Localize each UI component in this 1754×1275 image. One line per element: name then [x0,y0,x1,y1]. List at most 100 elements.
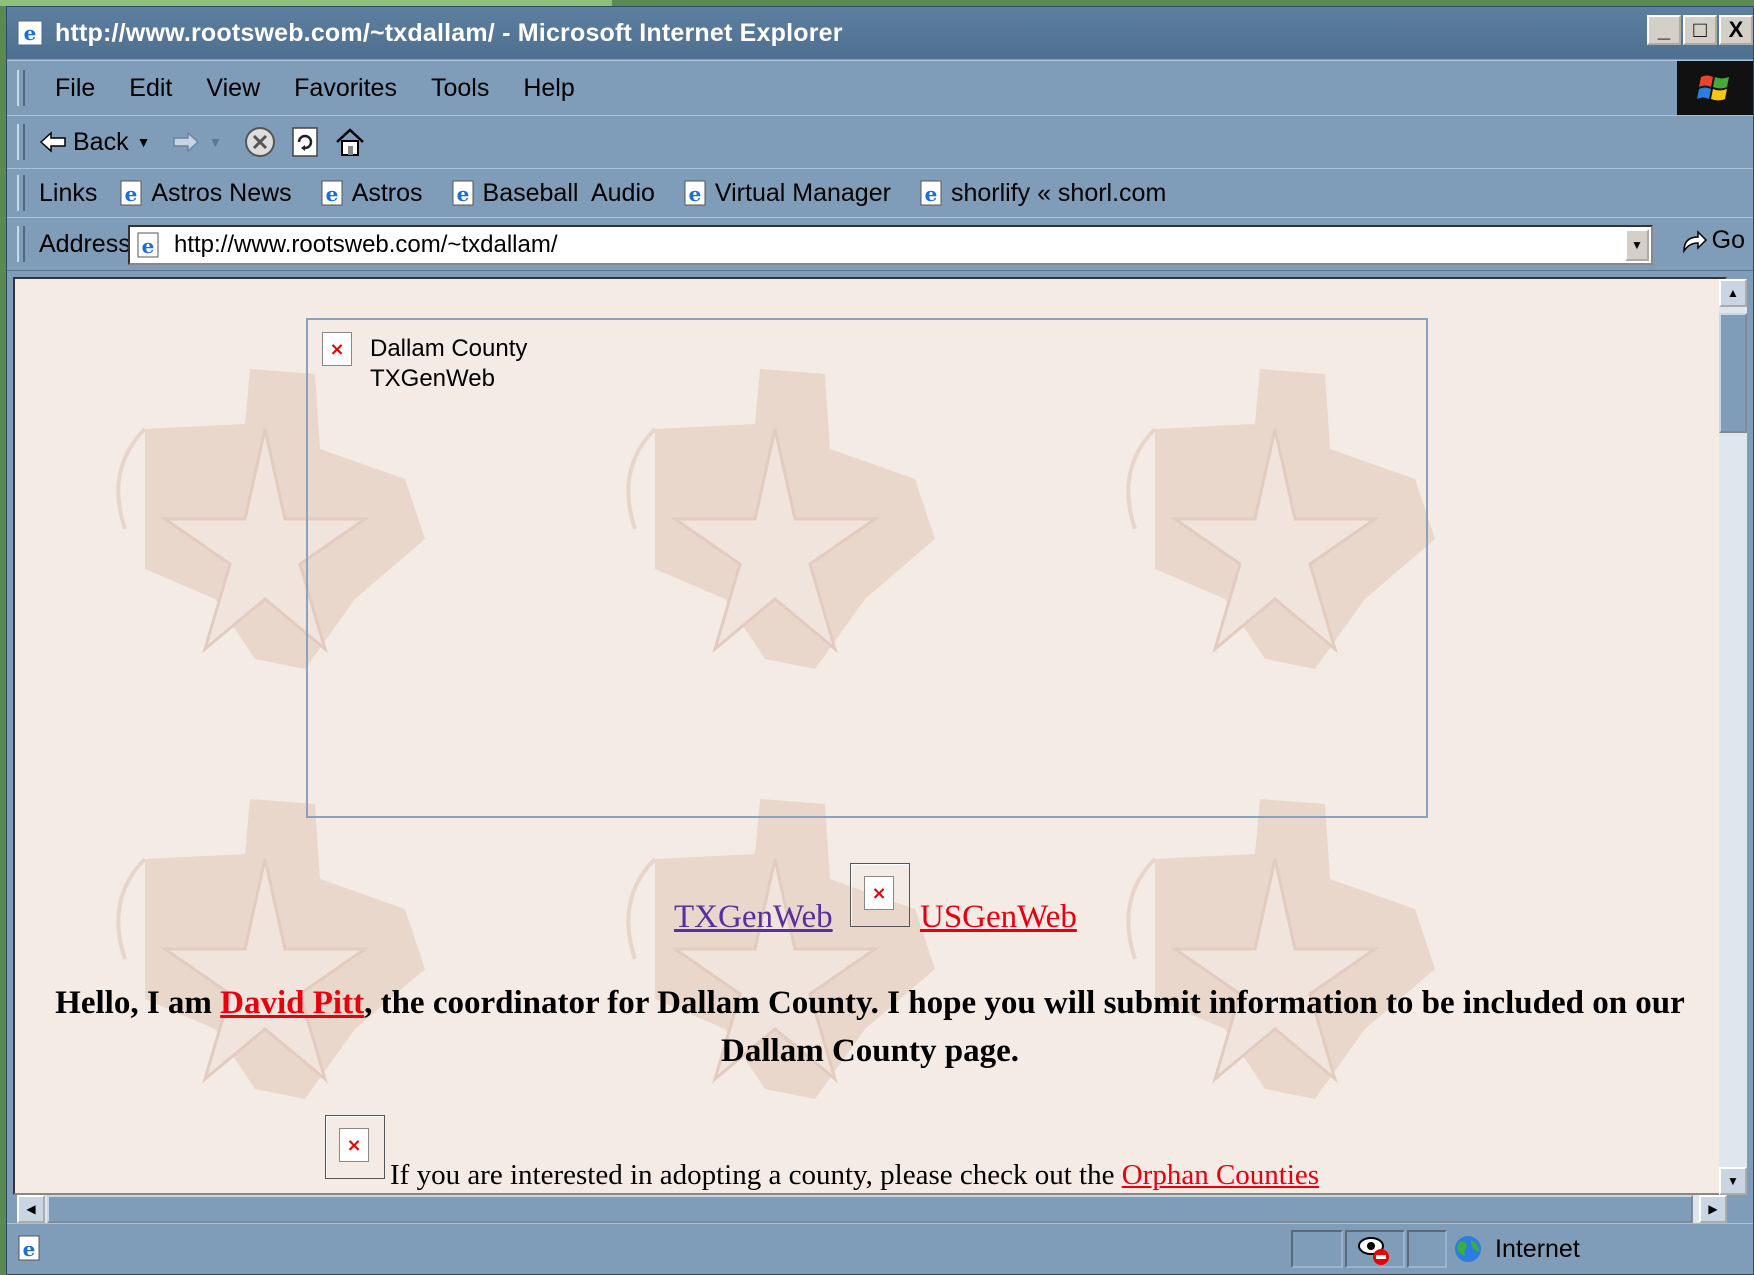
link-astros-news[interactable]: e Astros News [117,178,292,208]
link-virtual-manager[interactable]: e Virtual Manager [681,179,891,208]
txgenweb-link[interactable]: TXGenWeb [674,899,833,936]
maximize-button[interactable]: □ [1683,15,1717,45]
horizontal-scroll-thumb[interactable] [47,1195,1693,1223]
stop-button[interactable] [244,126,276,158]
toolbar-grip[interactable] [17,175,25,211]
menu-view[interactable]: View [206,74,260,103]
orphan-counties-text: If you are interested in adopting a coun… [390,1159,1319,1192]
scroll-left-icon[interactable]: ◀ [17,1195,45,1223]
ie-page-icon: e [452,180,474,206]
banner-image: × Dallam County TXGenWeb [306,318,1428,818]
broken-image-icon: × [864,876,894,910]
svg-text:e: e [325,182,338,206]
toolbar-grip[interactable] [17,70,25,106]
svg-text:e: e [24,21,37,45]
link-label: Virtual Manager [714,178,891,207]
scroll-right-icon[interactable]: ▶ [1699,1195,1727,1223]
banner-alt-line: Dallam County [370,335,528,362]
broken-image-icon: × [322,332,352,366]
intro-text: , the coordinator for Dallam County. I h… [364,985,1685,1069]
address-dropdown-icon[interactable]: ▼ [1625,229,1649,261]
links-label: Links [39,178,98,207]
link-label: Astros [351,178,423,207]
browser-window: e http://www.rootsweb.com/~txdallam/ - M… [6,6,1754,1275]
privacy-icon [1358,1237,1389,1265]
back-dropdown-icon[interactable]: ▼ [137,134,151,150]
status-pane [1407,1230,1447,1268]
address-url: http://www.rootsweb.com/~txdallam/ [174,231,558,258]
svg-text:e: e [689,182,702,206]
address-bar: Address e http://www.rootsweb.com/~txdal… [7,217,1753,271]
usgenweb-link[interactable]: USGenWeb [920,899,1077,936]
coordinator-intro: Hello, I am David Pitt, the coordinator … [15,979,1725,1075]
broken-image-icon: × [339,1128,369,1162]
banner-alt-line: TXGenWeb [370,365,495,392]
ie-page-icon: e [321,180,343,206]
ie-page-icon: e [17,20,43,46]
svg-text:e: e [23,1237,36,1261]
back-arrow-icon [39,131,66,153]
back-label: Back [73,127,129,156]
svg-text:e: e [125,182,138,206]
window-title: http://www.rootsweb.com/~txdallam/ - Mic… [55,18,843,47]
close-button[interactable]: X [1719,15,1753,45]
banner-alt-text: Dallam County TXGenWeb [370,334,527,394]
address-input[interactable]: e http://www.rootsweb.com/~txdallam/ ▼ [128,225,1653,265]
menu-edit[interactable]: Edit [129,74,172,103]
orphan-text: If you are interested in adopting a coun… [390,1159,1122,1191]
coordinator-link[interactable]: David Pitt [220,985,364,1021]
toolbar-grip[interactable] [17,226,25,262]
link-label: shorlify « shorl.com [950,178,1167,207]
menu-help[interactable]: Help [523,74,574,103]
home-icon [336,128,365,156]
horizontal-scrollbar[interactable]: ◀ ▶ [17,1195,1727,1223]
status-bar: e Internet [7,1223,1753,1274]
globe-icon [1455,1236,1481,1262]
forward-dropdown-icon[interactable]: ▼ [208,134,222,150]
go-button[interactable]: Go [1680,226,1745,255]
refresh-icon [292,127,319,157]
stop-icon [245,127,276,157]
menu-favorites[interactable]: Favorites [294,74,397,103]
title-bar: e http://www.rootsweb.com/~txdallam/ - M… [7,7,1753,59]
intro-text: Hello, I am [55,985,221,1021]
ie-page-icon: e [684,180,706,206]
menu-tools[interactable]: Tools [431,74,489,103]
windows-flag-icon [1677,61,1753,115]
link-label: Baseball Audio [482,178,655,207]
security-zone: Internet [1453,1234,1580,1264]
vertical-scrollbar[interactable]: ▲ ▼ [1719,279,1747,1195]
svg-text:e: e [456,182,469,206]
address-label: Address [39,229,131,258]
link-astros[interactable]: e Astros [318,179,423,208]
ie-page-icon: e [18,1235,40,1261]
link-label: Astros News [151,178,292,207]
standard-toolbar: Back ▼ ▼ [7,115,1753,169]
orphan-counties-link[interactable]: Orphan Counties [1122,1159,1319,1191]
orphan-image[interactable]: × [325,1115,385,1179]
menu-file[interactable]: File [55,74,95,103]
ie-page-icon: e [137,232,159,258]
home-button[interactable] [334,126,366,158]
minimize-button[interactable]: _ [1647,15,1681,45]
links-bar: Links e Astros News e Astros e Baseball … [7,168,1753,218]
vertical-scroll-thumb[interactable] [1719,313,1747,433]
scroll-up-icon[interactable]: ▲ [1719,279,1747,307]
link-shorlify[interactable]: e shorlify « shorl.com [917,179,1166,208]
forward-arrow-icon [173,131,200,153]
forward-button[interactable]: ▼ [172,130,230,154]
svg-text:e: e [142,234,155,258]
ie-page-icon: e [920,180,942,206]
go-arrow-icon [1682,229,1707,254]
toolbar-grip[interactable] [17,124,25,160]
back-button[interactable]: Back ▼ [39,128,158,157]
page-content: × Dallam County TXGenWeb TXGenWeb × USGe… [13,277,1727,1195]
scroll-down-icon[interactable]: ▼ [1719,1167,1747,1195]
svg-text:e: e [925,182,938,206]
genweb-logo-image[interactable]: × [850,863,910,927]
privacy-pane[interactable] [1345,1230,1405,1268]
zone-label: Internet [1495,1234,1580,1263]
ie-page-icon: e [120,180,142,206]
link-baseball-audio[interactable]: e Baseball Audio [449,179,655,208]
refresh-button[interactable] [290,126,320,158]
